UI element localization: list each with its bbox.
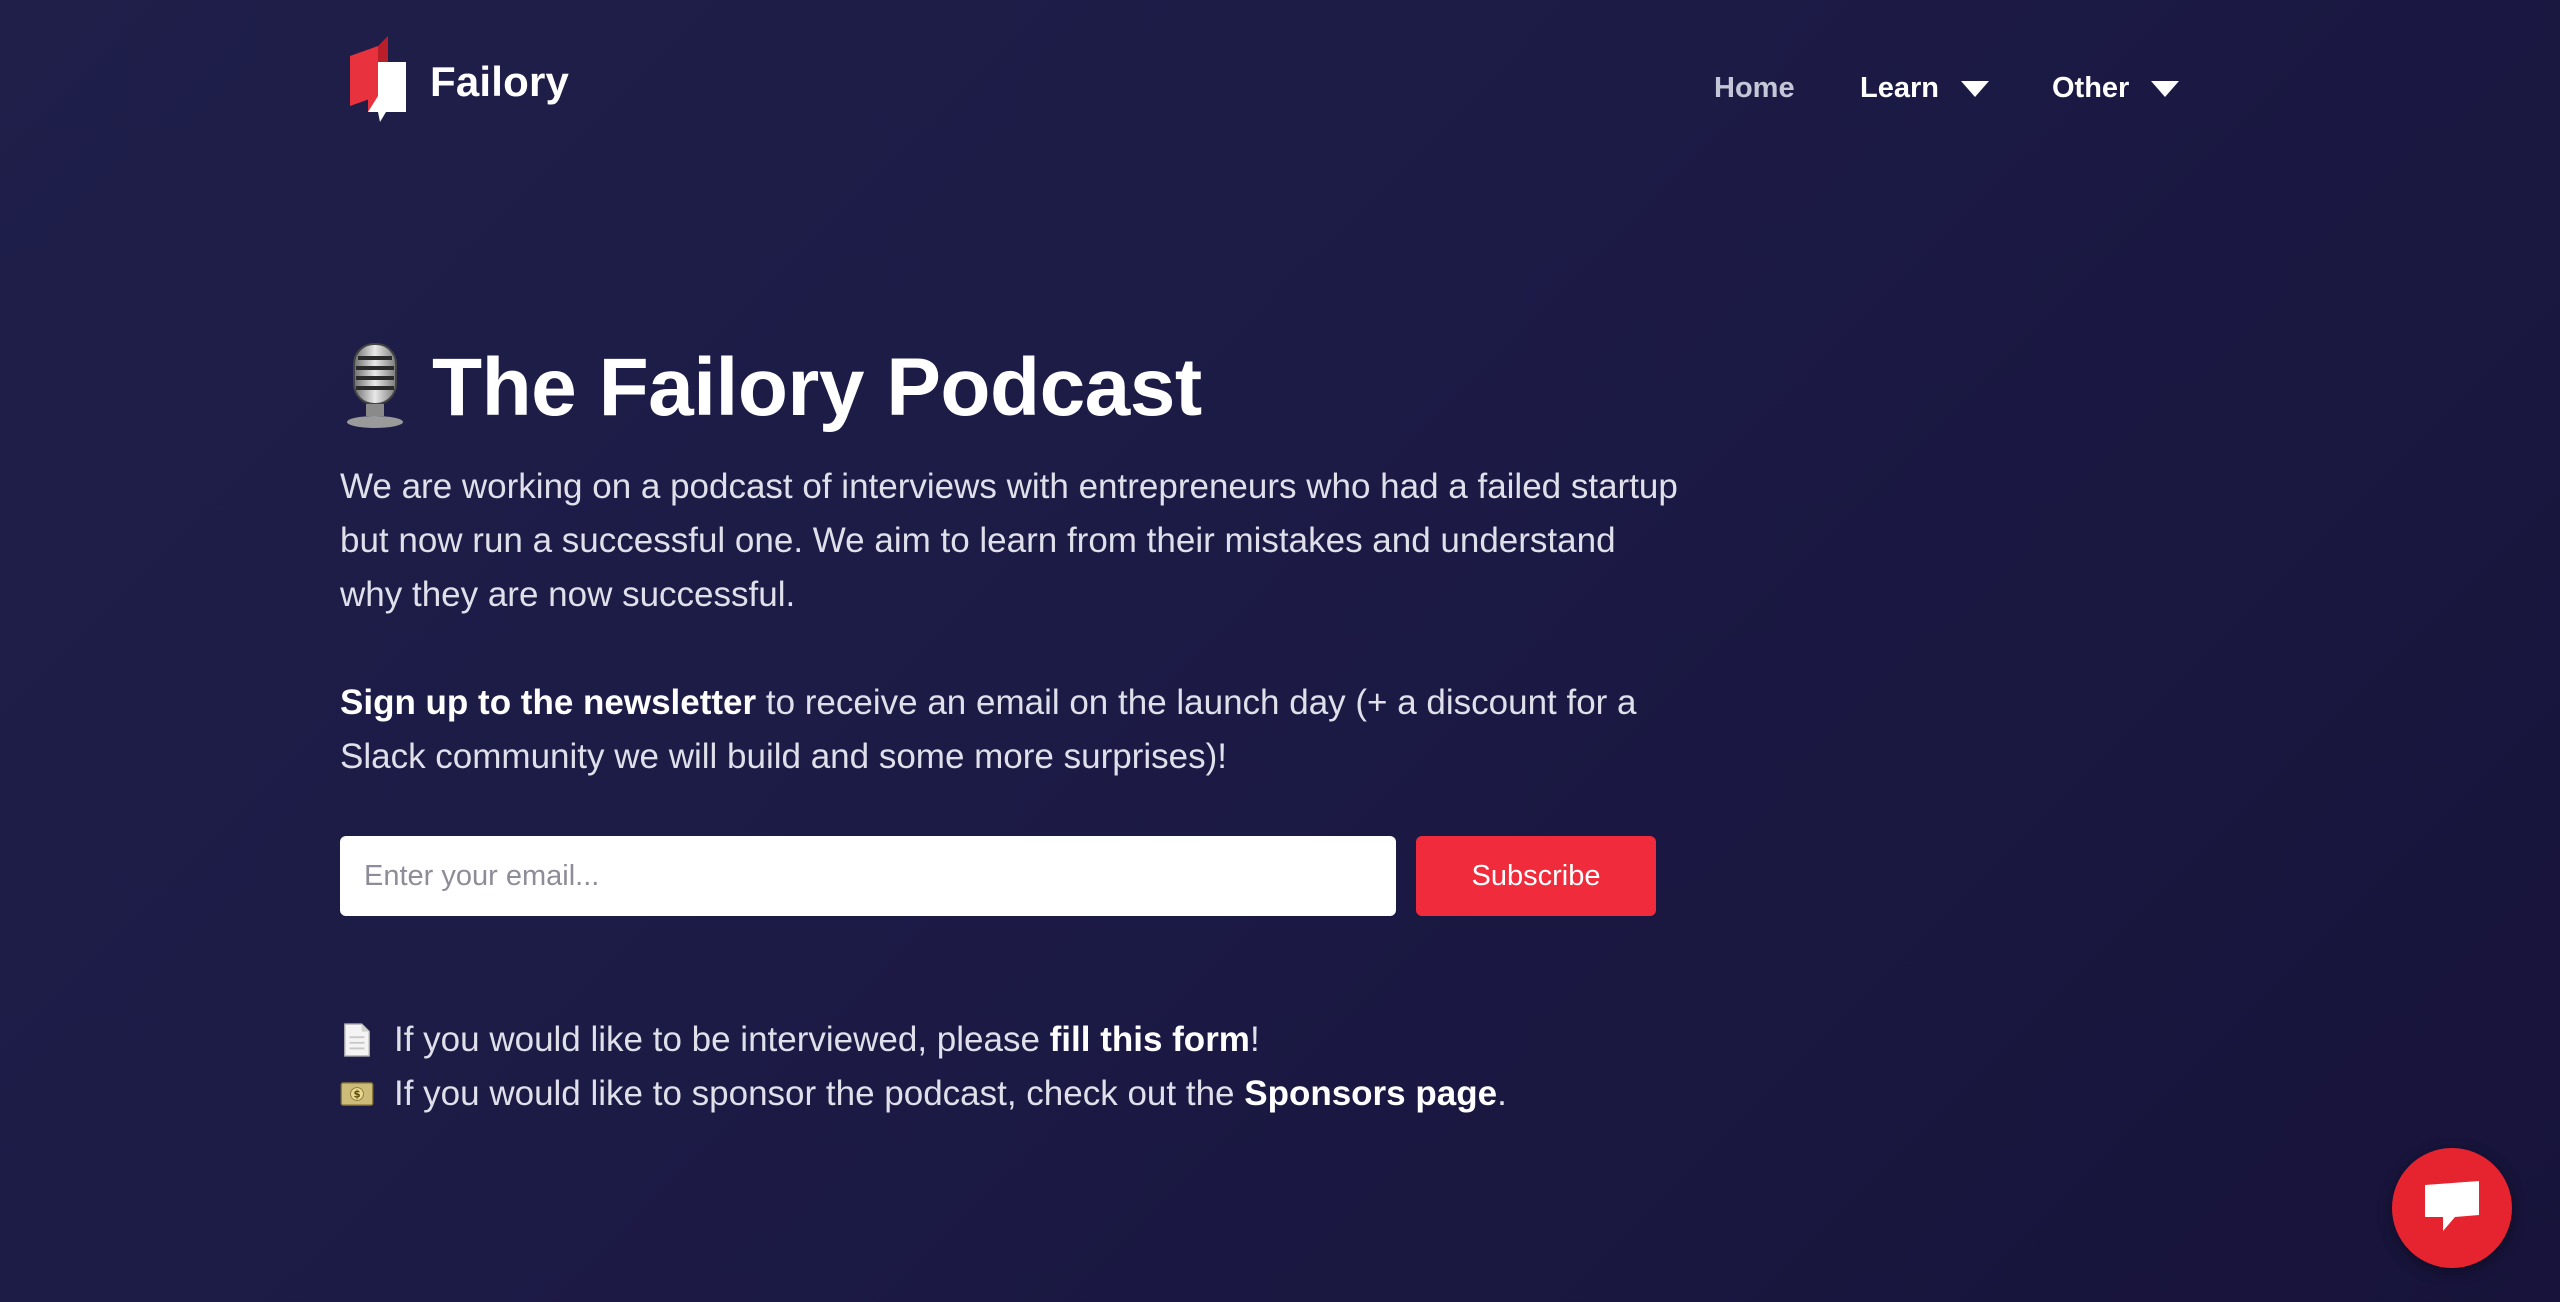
nav-item-other[interactable]: Other (2052, 72, 2180, 105)
caret-down-icon (2151, 80, 2180, 97)
sponsor-text: If you would like to sponsor the podcast… (394, 1074, 1245, 1113)
microphone-icon (340, 340, 410, 435)
top-navigation: Failory Home Learn Other (0, 0, 2560, 190)
money-icon: $ (340, 1074, 374, 1114)
failory-logo-icon (344, 36, 414, 127)
brand-name: Failory (430, 57, 570, 105)
interview-suffix: ! (1249, 1020, 1260, 1059)
podcast-description: We are working on a podcast of interview… (340, 467, 1678, 614)
nav-item-home[interactable]: Home (1714, 72, 1795, 105)
chat-widget-button[interactable] (2392, 1148, 2512, 1268)
nav-item-learn[interactable]: Learn (1860, 72, 1989, 105)
subscribe-button[interactable]: Subscribe (1416, 836, 1656, 916)
interview-text: If you would like to be interviewed, ple… (394, 1020, 1050, 1059)
nav-item-label: Home (1714, 72, 1795, 104)
sponsors-page-link[interactable]: Sponsors page (1244, 1074, 1497, 1114)
newsletter-signup-emphasis: Sign up to the newsletter (340, 683, 757, 722)
caret-down-icon (1960, 80, 1989, 97)
sponsor-suffix: . (1497, 1074, 1507, 1113)
nav-item-label: Other (2052, 72, 2130, 104)
sponsor-info-line: $ If you would like to sponsor the podca… (340, 1074, 1507, 1114)
fill-form-link[interactable]: fill this form (1050, 1020, 1250, 1060)
page-title-row: The Failory Podcast (340, 340, 1202, 435)
nav-item-label: Learn (1860, 72, 1939, 104)
document-icon (340, 1020, 374, 1060)
newsletter-blurb: Sign up to the newsletter to receive an … (340, 676, 1680, 784)
email-input[interactable] (340, 836, 1396, 916)
page-title: The Failory Podcast (432, 341, 1202, 433)
svg-text:$: $ (353, 1090, 360, 1101)
brand-logo[interactable]: Failory (344, 36, 569, 127)
chat-bubble-icon (2421, 1179, 2483, 1238)
interview-info-line: If you would like to be interviewed, ple… (340, 1020, 1260, 1060)
